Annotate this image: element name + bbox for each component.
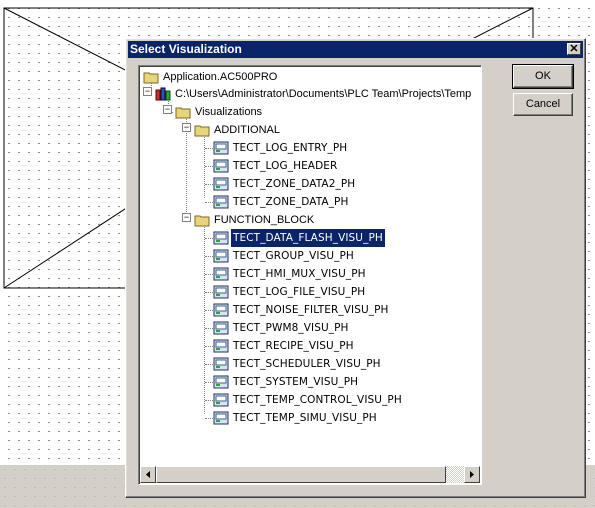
scrollbar-thumb[interactable]: [156, 466, 446, 483]
dialog-title: Select Visualization: [130, 42, 242, 56]
tree-item-label: TECT_HMI_MUX_VISU_PH: [233, 268, 366, 280]
tree-item-label: TECT_LOG_ENTRY_PH: [233, 142, 348, 154]
collapse-toggle[interactable]: −: [182, 123, 191, 132]
visualization-icon: [213, 249, 229, 263]
visualization-icon: [213, 339, 229, 353]
tree-item-label: TECT_SCHEDULER_VISU_PH: [233, 358, 381, 370]
horizontal-scrollbar[interactable]: [140, 466, 480, 483]
tree-item-label: TECT_LOG_FILE_VISU_PH: [233, 286, 366, 298]
visualization-icon: [213, 231, 229, 245]
visualization-icon: [213, 357, 229, 371]
tree-item-label: TECT_GROUP_VISU_PH: [233, 250, 354, 262]
collapse-toggle[interactable]: −: [182, 213, 191, 222]
visualization-icon: [213, 141, 229, 155]
tree-item-label: TECT_ZONE_DATA_PH: [233, 196, 349, 208]
tree-item-label: TECT_NOISE_FILTER_VISU_PH: [233, 304, 389, 316]
tree-item-label: TECT_RECIPE_VISU_PH: [233, 340, 354, 352]
visualization-icon: [213, 303, 229, 317]
collapse-toggle[interactable]: −: [163, 105, 172, 114]
tree-connector: [204, 132, 205, 198]
visualization-icon: [213, 375, 229, 389]
ok-button[interactable]: OK: [512, 64, 574, 89]
folder-icon: [194, 215, 210, 227]
tree-item-label: TECT_SYSTEM_VISU_PH: [233, 376, 359, 388]
visualization-icon: [213, 393, 229, 407]
visualization-icon: [213, 267, 229, 281]
visualization-icon: [213, 411, 229, 425]
tree-connector: [204, 222, 205, 414]
tree-item-label: TECT_DATA_FLASH_VISU_PH: [231, 229, 385, 247]
folder-icon: [143, 72, 159, 84]
visualization-icon: [213, 321, 229, 335]
tree-item-label: TECT_LOG_HEADER: [233, 160, 338, 172]
cancel-button[interactable]: Cancel: [513, 93, 573, 116]
visualization-icon: [213, 177, 229, 191]
tree-item-label: TECT_PWM8_VISU_PH: [233, 322, 349, 334]
select-visualization-dialog: Select Visualization ✕ OK Cancel Applica…: [125, 38, 586, 498]
scroll-left-button[interactable]: [140, 466, 156, 483]
visualization-icon: [213, 159, 229, 173]
project-icon: [155, 87, 171, 101]
close-icon: ✕: [569, 43, 579, 55]
arrow-right-icon: [470, 471, 474, 478]
tree-item-label: TECT_TEMP_SIMU_VISU_PH: [233, 412, 377, 424]
visualization-icon: [213, 285, 229, 299]
dialog-titlebar: Select Visualization ✕: [128, 41, 583, 58]
collapse-toggle[interactable]: −: [143, 87, 152, 96]
folder-icon: [194, 125, 210, 137]
arrow-left-icon: [146, 471, 150, 478]
folder-icon: [175, 107, 191, 119]
tree-item-label: TECT_TEMP_CONTROL_VISU_PH: [233, 394, 402, 406]
tree-item-label: TECT_ZONE_DATA2_PH: [233, 178, 356, 190]
close-button[interactable]: ✕: [567, 43, 581, 55]
visualization-tree[interactable]: Application.AC500PRO − C:\Users\Administ…: [138, 65, 482, 485]
scroll-right-button[interactable]: [464, 466, 480, 483]
visualization-icon: [213, 195, 229, 209]
